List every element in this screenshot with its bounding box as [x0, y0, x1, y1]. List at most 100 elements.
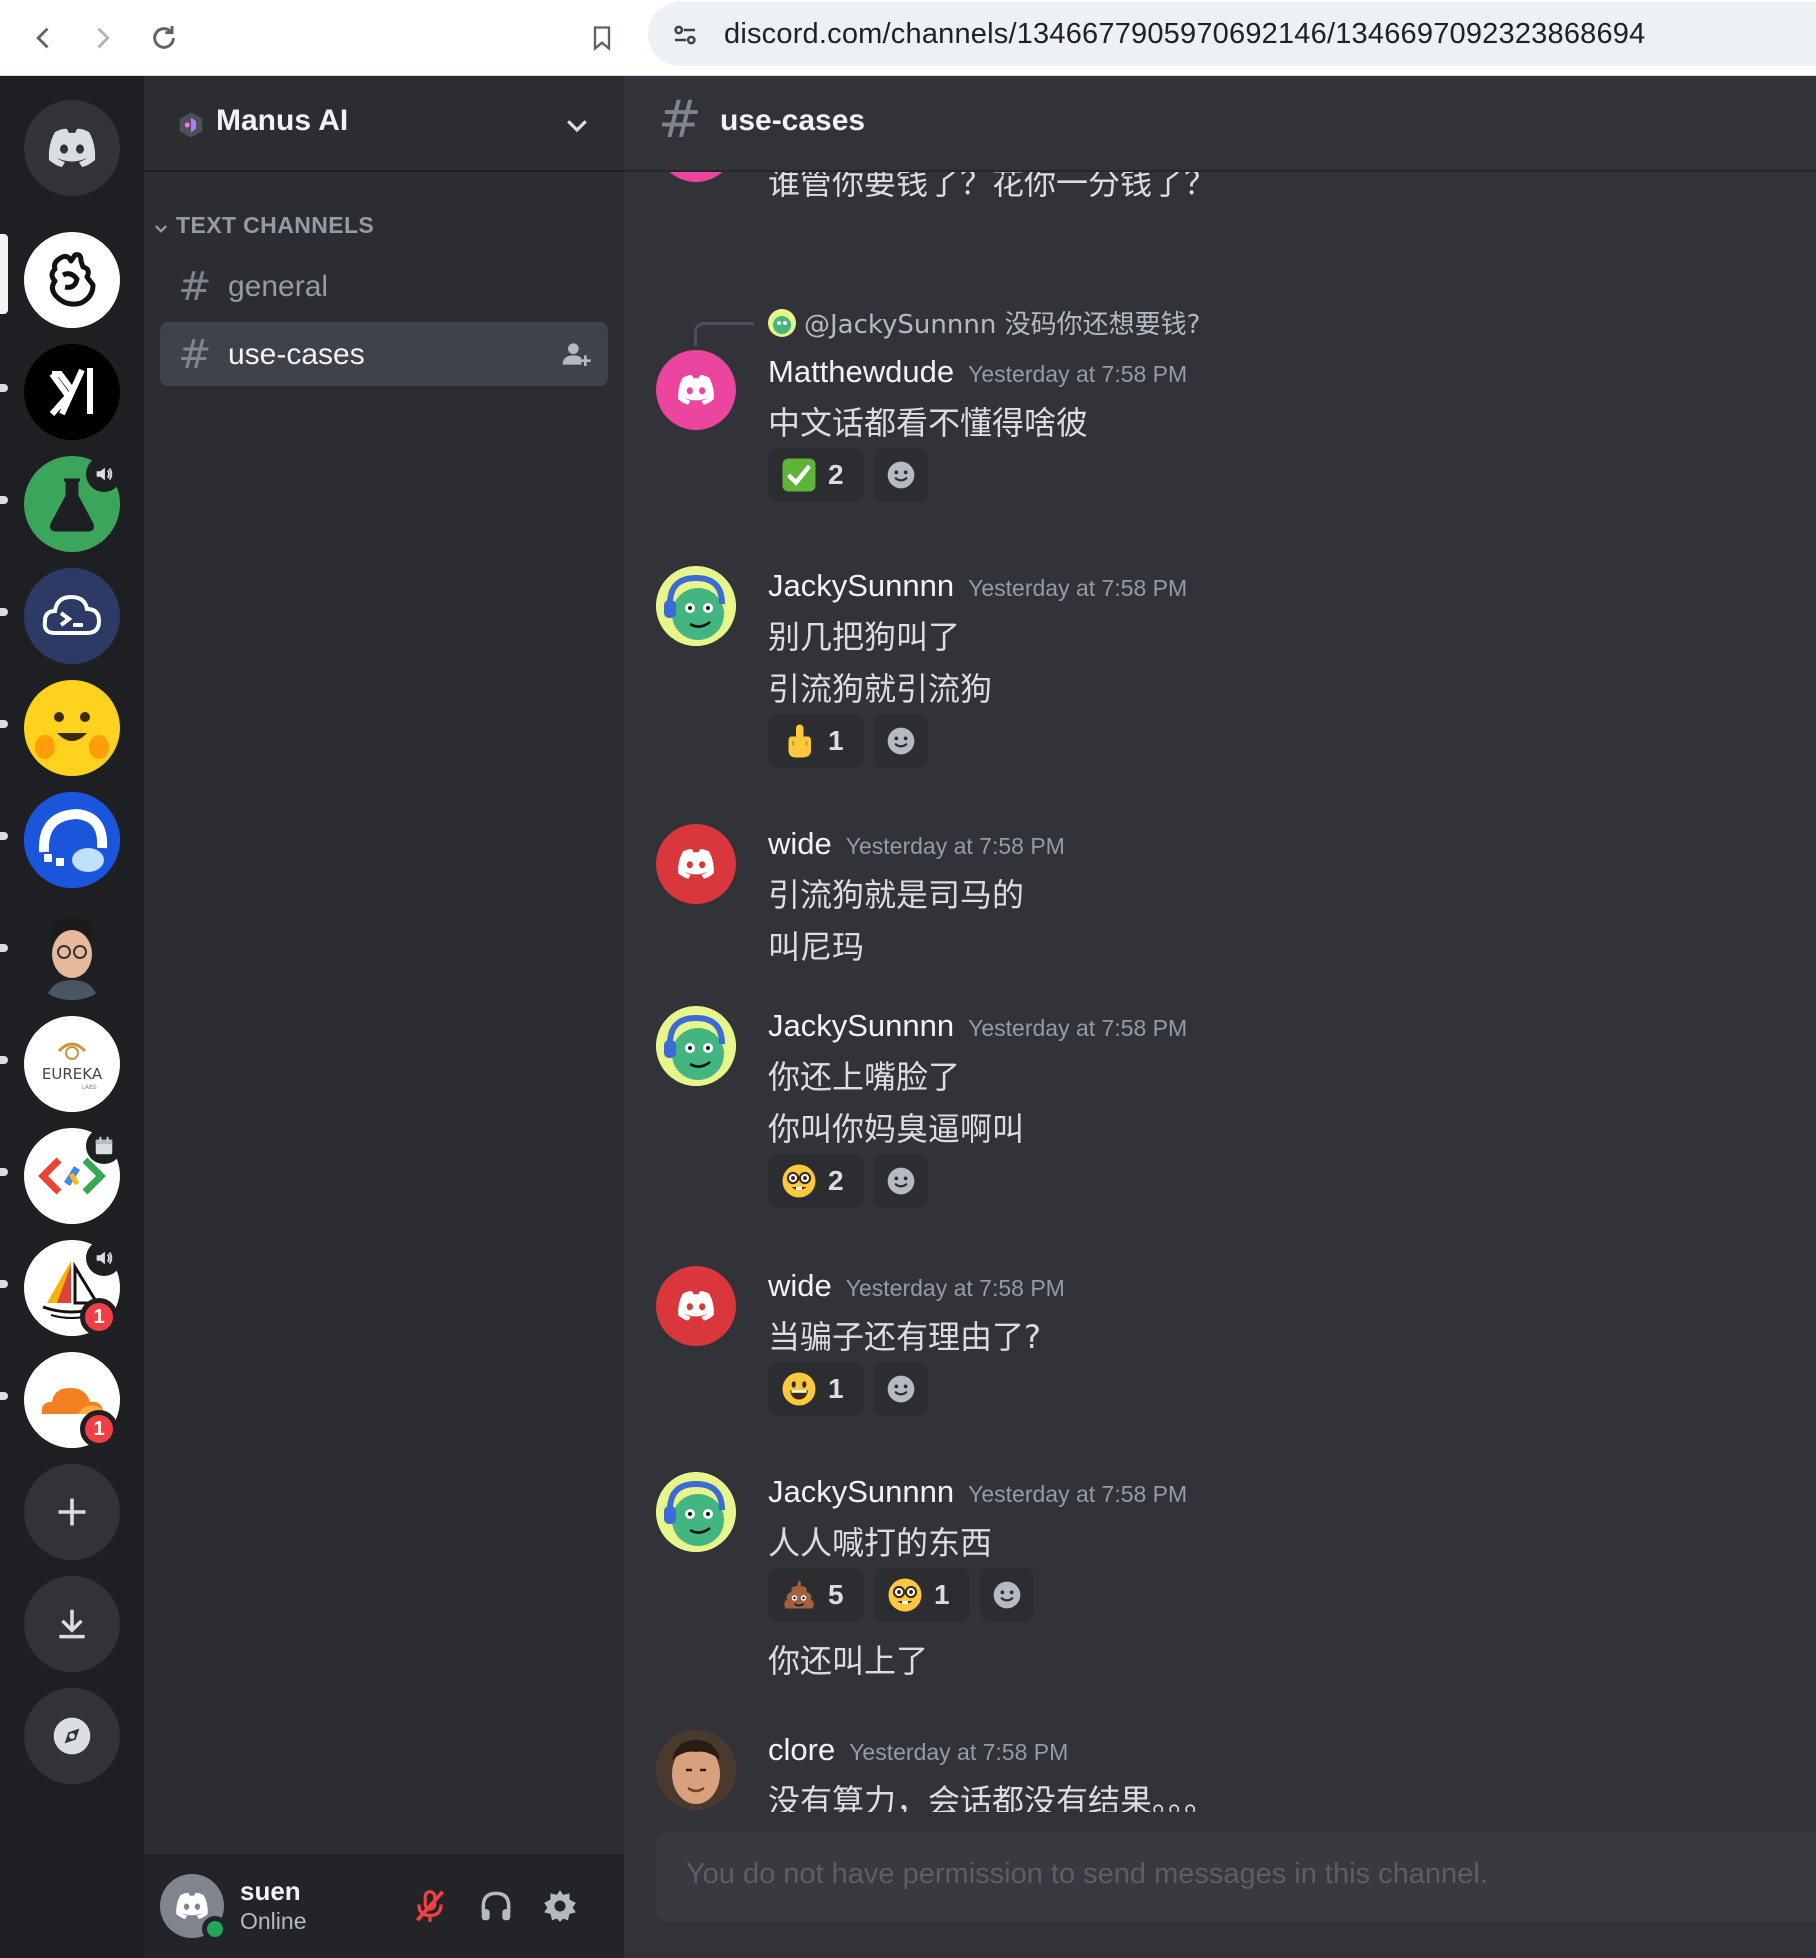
url-text: discord.com/channels/1346677905970692146…	[724, 18, 1646, 50]
voice-active-indicator	[86, 1240, 122, 1276]
timestamp[interactable]: Yesterday at 7:58 PM	[846, 833, 1065, 859]
author-name[interactable]: wide	[768, 1268, 832, 1303]
avatar[interactable]	[656, 824, 736, 904]
middle-finger-icon	[780, 722, 818, 760]
author-name[interactable]: wide	[768, 826, 832, 861]
avatar[interactable]	[656, 172, 736, 182]
add-reaction-button[interactable]	[874, 714, 928, 768]
reaction-nerd[interactable]: 2	[768, 1154, 864, 1208]
manus-hand-icon	[49, 252, 96, 307]
author-name[interactable]: clore	[768, 1732, 835, 1767]
reactions: 2	[768, 1154, 928, 1208]
chevron-down-icon[interactable]	[562, 110, 592, 140]
chevron-left-icon	[36, 27, 49, 49]
server-avatar-person[interactable]	[24, 904, 120, 1000]
avatar[interactable]	[656, 1472, 736, 1552]
server-cloud-terminal[interactable]	[24, 568, 120, 664]
reaction-middle-finger[interactable]: 1	[768, 714, 864, 768]
reload-button[interactable]	[140, 14, 188, 62]
author-name[interactable]: JackySunnnn	[768, 1474, 954, 1509]
add-reaction-button[interactable]	[874, 448, 928, 502]
unread-indicator	[0, 720, 8, 728]
channel-general[interactable]: # general	[160, 254, 608, 318]
guild-header[interactable]: Manus AI	[144, 76, 624, 172]
bookmark-button[interactable]	[578, 14, 626, 62]
create-invite-icon[interactable]	[560, 338, 592, 370]
timestamp[interactable]: Yesterday at 7:58 PM	[968, 575, 1187, 601]
green-creature-avatar-icon	[656, 566, 736, 646]
guild-badge-icon	[179, 112, 203, 138]
message-text: 人人喊打的东西	[768, 1524, 993, 1562]
author-name[interactable]: Matthewdude	[768, 354, 954, 389]
server-hugging-face[interactable]	[24, 680, 120, 776]
smiley-add-icon	[887, 727, 915, 755]
site-settings-icon[interactable]	[670, 20, 700, 50]
mention-badge: 1	[80, 1298, 118, 1336]
avatar[interactable]	[656, 566, 736, 646]
author-line: JackySunnnn Yesterday at 7:58 PM	[768, 1474, 1187, 1510]
reply-text: @JackySunnnn 没码你还想要钱?	[804, 310, 1201, 340]
green-creature-avatar-icon	[656, 1472, 736, 1552]
avatar[interactable]	[656, 350, 736, 430]
message-jackysunnnn: JackySunnnn Yesterday at 7:58 PM 你还上嘴脸了 你…	[656, 1006, 1806, 1208]
avatar[interactable]	[656, 1730, 736, 1810]
smiley-add-icon	[993, 1581, 1021, 1609]
address-bar[interactable]: discord.com/channels/1346677905970692146…	[648, 2, 1816, 66]
reaction-grinning[interactable]: 1	[768, 1362, 864, 1416]
reactions: 5 1	[768, 1568, 1034, 1622]
speaker-icon	[96, 467, 113, 481]
discord-logo-icon	[678, 849, 714, 879]
add-reaction-button[interactable]	[874, 1362, 928, 1416]
reply-reference[interactable]: @JackySunnnn 没码你还想要钱?	[768, 304, 1200, 341]
unread-indicator	[0, 496, 8, 504]
discover-button[interactable]	[24, 1688, 120, 1784]
deafen-button[interactable]	[472, 1882, 520, 1930]
reaction-poo[interactable]: 5	[768, 1568, 864, 1622]
timestamp[interactable]: Yesterday at 7:58 PM	[968, 1015, 1187, 1041]
timestamp[interactable]: Yesterday at 7:58 PM	[968, 361, 1187, 387]
unread-indicator	[0, 1392, 8, 1400]
unread-indicator	[0, 944, 8, 952]
channel-header: # use-cases	[624, 76, 1816, 172]
author-line: Matthewdude Yesterday at 7:58 PM	[768, 354, 1187, 390]
browser-toolbar: discord.com/channels/1346677905970692146…	[0, 0, 1816, 76]
reaction-check[interactable]: 2	[768, 448, 864, 502]
channel-use-cases[interactable]: # use-cases	[160, 322, 608, 386]
message-text: 叫尼玛	[768, 928, 865, 966]
category-text-channels[interactable]: TEXT CHANNELS	[176, 212, 374, 239]
category-chevron-icon[interactable]	[152, 220, 170, 238]
back-button[interactable]	[20, 14, 68, 62]
add-reaction-button[interactable]	[874, 1154, 928, 1208]
server-manus-ai[interactable]	[24, 232, 120, 328]
message-text: 中文话都看不懂得啥彼	[768, 404, 1089, 442]
avatar[interactable]	[656, 1266, 736, 1346]
unread-indicator	[0, 384, 8, 392]
message-wide: wide Yesterday at 7:58 PM 当骗子还有理由了? 1	[656, 1266, 1806, 1416]
hash-icon: #	[658, 90, 702, 150]
direct-messages-button[interactable]	[24, 100, 120, 196]
timestamp[interactable]: Yesterday at 7:58 PM	[849, 1739, 1068, 1765]
message-feed[interactable]: 谁管你要钱了？花你一分钱了？ @JackySunnnn 没码你还想要钱? Mat…	[624, 172, 1816, 1812]
timestamp[interactable]: Yesterday at 7:58 PM	[846, 1275, 1065, 1301]
download-apps-button[interactable]	[24, 1576, 120, 1672]
mute-button[interactable]	[406, 1882, 454, 1930]
reaction-count: 1	[828, 1373, 844, 1404]
author-name[interactable]: JackySunnnn	[768, 1008, 954, 1043]
avatar[interactable]	[656, 1006, 736, 1086]
server-blue-swirl[interactable]	[24, 792, 120, 888]
add-reaction-button[interactable]	[980, 1568, 1034, 1622]
message-text: 你还上嘴脸了	[768, 1058, 961, 1096]
selected-indicator	[0, 234, 8, 314]
headphones-icon	[481, 1891, 511, 1921]
forward-button[interactable]	[78, 14, 126, 62]
add-server-button[interactable]	[24, 1464, 120, 1560]
unread-indicator	[0, 608, 8, 616]
reload-icon	[153, 26, 175, 49]
server-x-ai[interactable]	[24, 344, 120, 440]
author-name[interactable]: JackySunnnn	[768, 568, 954, 603]
server-eureka-labs[interactable]: EUREKA LABS	[24, 1016, 120, 1112]
timestamp[interactable]: Yesterday at 7:58 PM	[968, 1481, 1187, 1507]
message-text: 引流狗就引流狗	[768, 670, 993, 708]
reaction-nerd[interactable]: 1	[874, 1568, 970, 1622]
user-settings-button[interactable]	[536, 1882, 584, 1930]
